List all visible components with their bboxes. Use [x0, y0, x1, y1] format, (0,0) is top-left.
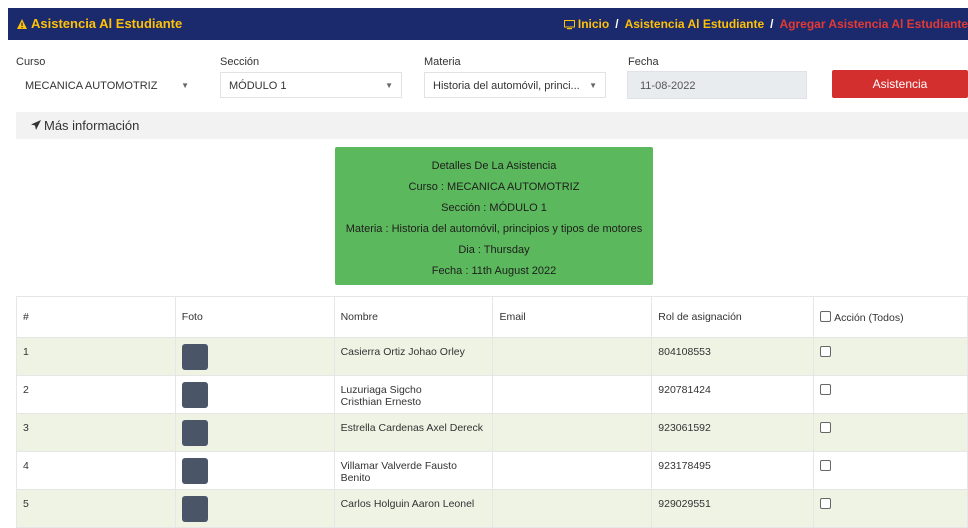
avatar [182, 420, 208, 446]
send-icon [30, 119, 42, 131]
students-table: # Foto Nombre Email Rol de asignación Ac… [16, 296, 968, 528]
attendance-checkbox[interactable] [820, 346, 831, 357]
photo-cell [175, 338, 334, 376]
row-email [493, 452, 652, 490]
materia-value: Historia del automóvil, princi... [433, 80, 580, 92]
avatar [182, 344, 208, 370]
seccion-select[interactable]: MÓDULO 1 ▼ [220, 72, 402, 98]
action-cell [814, 414, 968, 452]
select-all-label: Acción (Todos) [834, 312, 903, 324]
fecha-label: Fecha [628, 56, 659, 68]
row-rol: 923178495 [652, 452, 814, 490]
details-curso: Curso : MECANICA AUTOMOTRIZ [335, 177, 653, 198]
attendance-checkbox[interactable] [820, 384, 831, 395]
breadcrumb-section[interactable]: Asistencia Al Estudiante [625, 17, 765, 31]
row-number: 4 [17, 452, 176, 490]
avatar [182, 458, 208, 484]
chevron-down-icon: ▼ [181, 73, 189, 98]
attendance-details-card: Detalles De La Asistencia Curso : MECANI… [335, 147, 653, 285]
row-rol: 804108553 [652, 338, 814, 376]
col-foto: Foto [175, 297, 334, 338]
table-row: 5 Carlos Holguin Aaron Leonel 929029551 [17, 490, 968, 528]
photo-cell [175, 414, 334, 452]
warning-icon [16, 18, 28, 30]
curso-value: MECANICA AUTOMOTRIZ [25, 80, 157, 92]
details-materia: Materia : Historia del automóvil, princi… [335, 219, 653, 240]
curso-label: Curso [16, 56, 45, 68]
row-rol: 923061592 [652, 414, 814, 452]
details-dia: Dia : Thursday [335, 240, 653, 261]
table-row: 4 Villamar Valverde Fausto Benito 923178… [17, 452, 968, 490]
table-row: 1 Casierra Ortiz Johao Orley 804108553 [17, 338, 968, 376]
action-cell [814, 376, 968, 414]
breadcrumb-current: Agregar Asistencia Al Estudiante [780, 17, 968, 31]
attendance-checkbox[interactable] [820, 498, 831, 509]
more-info-bar[interactable]: Más información [16, 112, 968, 139]
action-cell [814, 452, 968, 490]
breadcrumb-separator: / [615, 17, 618, 31]
action-cell [814, 338, 968, 376]
photo-cell [175, 490, 334, 528]
row-number: 2 [17, 376, 176, 414]
brand[interactable]: Asistencia Al Estudiante [16, 8, 182, 40]
photo-cell [175, 376, 334, 414]
table-row: 3 Estrella Cardenas Axel Dereck 92306159… [17, 414, 968, 452]
breadcrumb-separator: / [770, 17, 773, 31]
breadcrumb-home[interactable]: Inicio [578, 17, 609, 31]
col-email: Email [493, 297, 652, 338]
row-number: 3 [17, 414, 176, 452]
seccion-value: MÓDULO 1 [229, 80, 286, 92]
row-rol: 920781424 [652, 376, 814, 414]
row-nombre: Casierra Ortiz Johao Orley [334, 338, 493, 376]
select-all-checkbox[interactable] [820, 311, 831, 322]
row-email [493, 338, 652, 376]
col-number: # [17, 297, 176, 338]
row-number: 1 [17, 338, 176, 376]
attendance-checkbox[interactable] [820, 422, 831, 433]
materia-select[interactable]: Historia del automóvil, princi... ▼ [424, 72, 606, 98]
seccion-label: Sección [220, 56, 259, 68]
avatar [182, 496, 208, 522]
col-rol: Rol de asignación [652, 297, 814, 338]
asistencia-button[interactable]: Asistencia [832, 70, 968, 98]
attendance-checkbox[interactable] [820, 460, 831, 471]
fecha-input[interactable]: 11-08-2022 [627, 71, 807, 99]
chevron-down-icon: ▼ [385, 73, 393, 98]
materia-label: Materia [424, 56, 461, 68]
row-nombre: Estrella Cardenas Axel Dereck [334, 414, 493, 452]
col-accion: Acción (Todos) [814, 297, 968, 338]
table-header-row: # Foto Nombre Email Rol de asignación Ac… [17, 297, 968, 338]
more-info-label: Más información [44, 112, 139, 139]
details-seccion: Sección : MÓDULO 1 [335, 198, 653, 219]
avatar [182, 382, 208, 408]
row-email [493, 490, 652, 528]
top-bar: Asistencia Al Estudiante Inicio / Asistenc… [8, 8, 968, 40]
col-nombre: Nombre [334, 297, 493, 338]
details-fecha: Fecha : 11th August 2022 [335, 261, 653, 282]
row-email [493, 376, 652, 414]
table-row: 2 Luzuriaga Sigcho Cristhian Ernesto 920… [17, 376, 968, 414]
monitor-icon [564, 20, 575, 30]
breadcrumb: Inicio / Asistencia Al Estudiante / Agregar … [564, 8, 968, 40]
action-cell [814, 490, 968, 528]
details-title: Detalles De La Asistencia [335, 156, 653, 177]
row-rol: 929029551 [652, 490, 814, 528]
photo-cell [175, 452, 334, 490]
row-nombre: Luzuriaga Sigcho Cristhian Ernesto [334, 376, 493, 414]
chevron-down-icon: ▼ [589, 73, 597, 98]
row-number: 5 [17, 490, 176, 528]
row-nombre: Villamar Valverde Fausto Benito [334, 452, 493, 490]
row-email [493, 414, 652, 452]
row-nombre: Carlos Holguin Aaron Leonel [334, 490, 493, 528]
brand-title: Asistencia Al Estudiante [31, 16, 182, 31]
curso-select[interactable]: MECANICA AUTOMOTRIZ ▼ [16, 72, 198, 98]
